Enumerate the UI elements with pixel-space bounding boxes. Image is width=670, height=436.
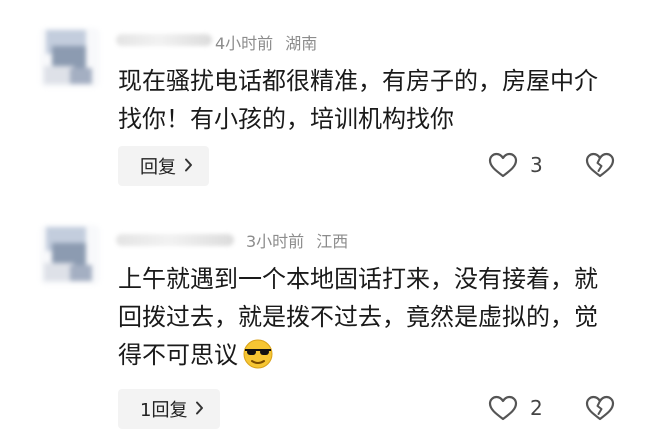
username-redacted[interactable] [116, 234, 234, 246]
comment-time: 3小时前 [246, 232, 305, 251]
like-count: 3 [530, 153, 543, 177]
sunglasses-face-icon [240, 337, 276, 380]
chevron-right-icon [195, 399, 204, 420]
reply-button[interactable]: 回复 [118, 146, 209, 186]
comment-time: 4小时前 [215, 34, 274, 53]
like-count: 2 [530, 396, 543, 420]
reply-button[interactable]: 1回复 [118, 389, 221, 429]
dislike-button[interactable] [585, 152, 615, 182]
comment-text: 现在骚扰电话都很精准，有房子的，房屋中介找你！有小孩的，培训机构找你 [118, 67, 598, 133]
avatar[interactable] [40, 225, 100, 285]
broken-heart-icon [585, 395, 615, 425]
comment-location: 湖南 [285, 34, 318, 53]
like-button[interactable]: 3 [488, 152, 543, 178]
username-redacted[interactable] [116, 34, 212, 46]
comment-text: 上午就遇到一个本地固话打来，没有接着，就回拨过去，就是拨不过去，竟然是虚拟的，觉… [118, 260, 618, 380]
reply-label: 1回复 [140, 400, 188, 421]
broken-heart-icon [585, 152, 615, 182]
like-button[interactable]: 2 [488, 395, 543, 421]
heart-icon [488, 395, 518, 421]
reply-label: 回复 [140, 157, 176, 178]
comment-meta: 4小时前 湖南 [215, 34, 317, 54]
avatar[interactable] [40, 28, 100, 88]
chevron-right-icon [184, 156, 193, 177]
heart-icon [488, 152, 518, 178]
comment-location: 江西 [316, 232, 349, 251]
comment-meta: 3小时前 江西 [246, 232, 348, 252]
dislike-button[interactable] [585, 395, 615, 425]
